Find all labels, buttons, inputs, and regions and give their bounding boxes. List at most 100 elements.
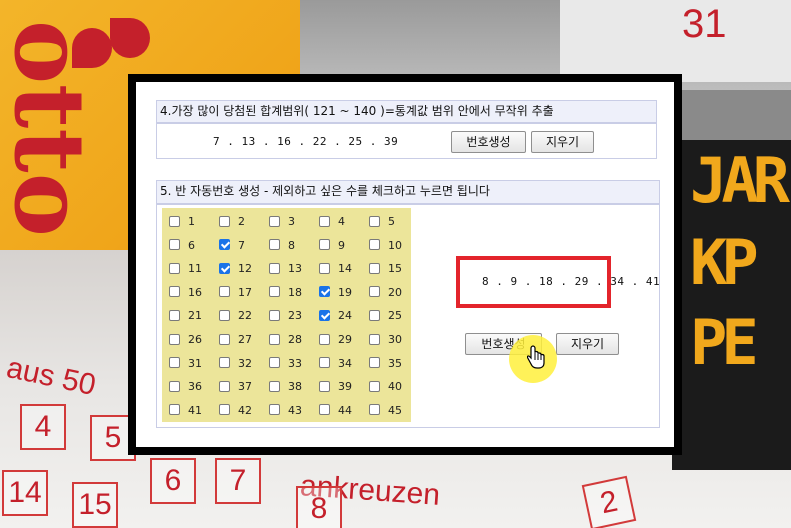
- section5-clear-button[interactable]: 지우기: [556, 333, 619, 355]
- number-checkbox[interactable]: [219, 357, 230, 369]
- number-checkbox[interactable]: [369, 309, 380, 321]
- number-checkbox-item[interactable]: 44: [319, 401, 352, 421]
- number-checkbox-item[interactable]: 40: [369, 377, 402, 397]
- number-checkbox-item[interactable]: 12: [219, 259, 252, 279]
- number-checkbox[interactable]: [269, 286, 280, 298]
- number-checkbox-item[interactable]: 29: [319, 330, 352, 350]
- number-checkbox-item[interactable]: 22: [219, 306, 252, 326]
- number-checkbox-item[interactable]: 21: [169, 306, 202, 326]
- number-checkbox[interactable]: [369, 262, 380, 274]
- number-checkbox[interactable]: [319, 262, 330, 274]
- number-checkbox-item[interactable]: 9: [319, 236, 345, 256]
- number-checkbox[interactable]: [169, 262, 180, 274]
- number-checkbox[interactable]: [319, 309, 330, 321]
- number-checkbox[interactable]: [169, 404, 180, 416]
- number-checkbox-item[interactable]: 14: [319, 259, 352, 279]
- number-checkbox[interactable]: [269, 262, 280, 274]
- number-checkbox-item[interactable]: 10: [369, 236, 402, 256]
- number-checkbox[interactable]: [219, 380, 230, 392]
- number-checkbox[interactable]: [219, 215, 230, 227]
- number-checkbox-label: 14: [338, 262, 352, 276]
- number-checkbox[interactable]: [219, 333, 230, 345]
- number-checkbox[interactable]: [169, 215, 180, 227]
- number-checkbox[interactable]: [219, 404, 230, 416]
- number-checkbox[interactable]: [169, 380, 180, 392]
- number-checkbox[interactable]: [269, 309, 280, 321]
- number-checkbox[interactable]: [369, 380, 380, 392]
- number-checkbox[interactable]: [219, 239, 230, 251]
- number-checkbox-item[interactable]: 24: [319, 306, 352, 326]
- number-checkbox-item[interactable]: 36: [169, 377, 202, 397]
- number-checkbox-item[interactable]: 11: [169, 259, 202, 279]
- number-checkbox-label: 17: [238, 285, 252, 299]
- number-checkbox-item[interactable]: 38: [269, 377, 302, 397]
- number-checkbox[interactable]: [319, 215, 330, 227]
- section4-clear-button[interactable]: 지우기: [531, 131, 594, 153]
- number-checkbox-item[interactable]: 28: [269, 330, 302, 350]
- number-checkbox-label: 25: [388, 309, 402, 323]
- number-checkbox[interactable]: [319, 286, 330, 298]
- number-checkbox[interactable]: [169, 333, 180, 345]
- number-checkbox-item[interactable]: 37: [219, 377, 252, 397]
- number-checkbox-item[interactable]: 3: [269, 212, 295, 232]
- number-checkbox-item[interactable]: 35: [369, 354, 402, 374]
- number-checkbox[interactable]: [219, 262, 230, 274]
- number-checkbox[interactable]: [169, 239, 180, 251]
- section4-generate-button[interactable]: 번호생성: [451, 131, 526, 153]
- number-checkbox[interactable]: [319, 380, 330, 392]
- number-checkbox-label: 43: [288, 403, 302, 417]
- number-checkbox-item[interactable]: 18: [269, 283, 302, 303]
- number-checkbox-item[interactable]: 20: [369, 283, 402, 303]
- number-checkbox[interactable]: [319, 404, 330, 416]
- number-checkbox-item[interactable]: 41: [169, 401, 202, 421]
- number-checkbox[interactable]: [269, 404, 280, 416]
- number-checkbox-item[interactable]: 17: [219, 283, 252, 303]
- number-checkbox-item[interactable]: 45: [369, 401, 402, 421]
- number-checkbox-item[interactable]: 13: [269, 259, 302, 279]
- number-checkbox[interactable]: [169, 286, 180, 298]
- number-checkbox-item[interactable]: 32: [219, 354, 252, 374]
- number-checkbox[interactable]: [319, 239, 330, 251]
- number-checkbox-item[interactable]: 16: [169, 283, 202, 303]
- number-checkbox[interactable]: [169, 357, 180, 369]
- number-checkbox[interactable]: [369, 357, 380, 369]
- number-checkbox-item[interactable]: 34: [319, 354, 352, 374]
- number-checkbox-item[interactable]: 33: [269, 354, 302, 374]
- number-checkbox-item[interactable]: 6: [169, 236, 195, 256]
- number-checkbox[interactable]: [219, 286, 230, 298]
- number-checkbox[interactable]: [369, 215, 380, 227]
- slip-box: 14: [2, 470, 48, 516]
- number-checkbox-item[interactable]: 42: [219, 401, 252, 421]
- number-checkbox[interactable]: [169, 309, 180, 321]
- number-checkbox-label: 1: [188, 215, 195, 228]
- number-checkbox-item[interactable]: 27: [219, 330, 252, 350]
- number-checkbox-item[interactable]: 43: [269, 401, 302, 421]
- number-checkbox-item[interactable]: 8: [269, 236, 295, 256]
- number-checkbox-item[interactable]: 31: [169, 354, 202, 374]
- number-checkbox[interactable]: [219, 309, 230, 321]
- number-checkbox-item[interactable]: 15: [369, 259, 402, 279]
- number-checkbox-label: 12: [238, 262, 252, 276]
- number-checkbox[interactable]: [269, 333, 280, 345]
- number-checkbox-item[interactable]: 23: [269, 306, 302, 326]
- number-checkbox[interactable]: [369, 333, 380, 345]
- number-checkbox-item[interactable]: 4: [319, 212, 345, 232]
- number-checkbox-item[interactable]: 5: [369, 212, 395, 232]
- number-checkbox[interactable]: [269, 380, 280, 392]
- number-checkbox[interactable]: [369, 286, 380, 298]
- number-checkbox-item[interactable]: 19: [319, 283, 352, 303]
- number-checkbox[interactable]: [269, 239, 280, 251]
- number-checkbox-item[interactable]: 2: [219, 212, 245, 232]
- number-checkbox-item[interactable]: 39: [319, 377, 352, 397]
- number-checkbox[interactable]: [369, 239, 380, 251]
- number-checkbox-item[interactable]: 1: [169, 212, 195, 232]
- number-checkbox[interactable]: [269, 357, 280, 369]
- number-checkbox[interactable]: [319, 357, 330, 369]
- number-checkbox-item[interactable]: 30: [369, 330, 402, 350]
- number-checkbox[interactable]: [269, 215, 280, 227]
- number-checkbox-item[interactable]: 26: [169, 330, 202, 350]
- number-checkbox-item[interactable]: 25: [369, 306, 402, 326]
- number-checkbox[interactable]: [369, 404, 380, 416]
- number-checkbox[interactable]: [319, 333, 330, 345]
- number-checkbox-item[interactable]: 7: [219, 236, 245, 256]
